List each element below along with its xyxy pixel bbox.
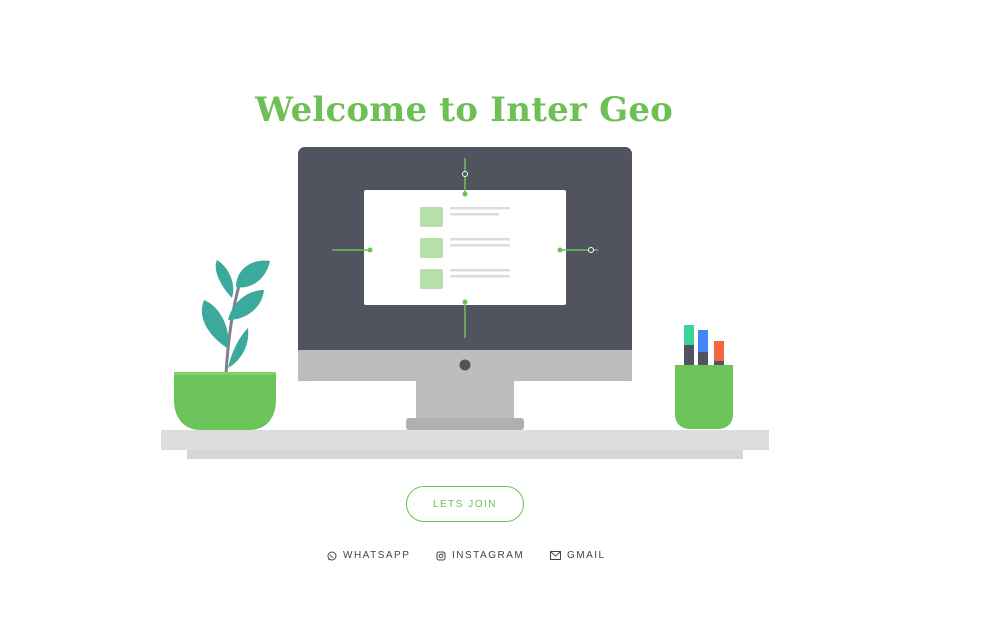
instagram-icon [436,551,446,560]
mail-icon [550,551,561,560]
pen-holder-icon [675,325,733,429]
gmail-link[interactable]: GMAIL [550,550,606,561]
whatsapp-icon [327,551,337,560]
desk-illustration [161,147,769,459]
instagram-link[interactable]: INSTAGRAM [436,550,524,561]
plant-icon [174,260,276,430]
desk [161,430,769,459]
instagram-label: INSTAGRAM [452,550,525,561]
whatsapp-label: WHATSAPP [343,550,411,561]
gmail-label: GMAIL [567,550,606,561]
lets-join-button[interactable]: LETS JOIN [406,486,524,522]
screen-window [364,190,566,305]
whatsapp-link[interactable]: WHATSAPP [327,550,410,561]
